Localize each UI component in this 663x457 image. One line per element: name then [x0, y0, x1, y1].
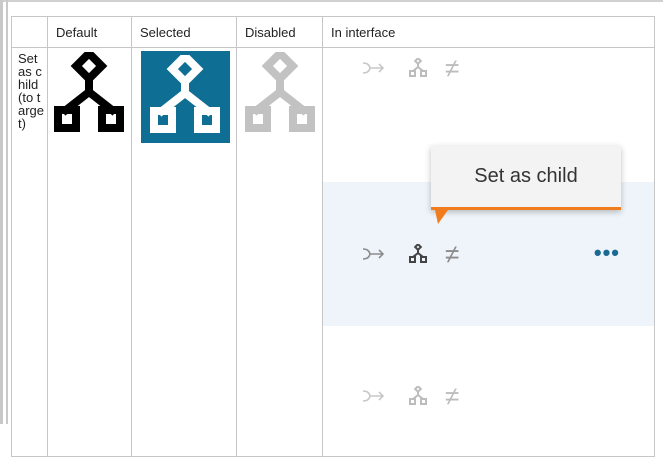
interface-row-disabled: ≠ [323, 368, 654, 424]
header-in-interface: In interface [322, 16, 655, 48]
follow-arrow-icon[interactable] [361, 246, 387, 262]
set-as-child-icon[interactable] [409, 58, 427, 78]
interface-row-default: ≠ [323, 48, 654, 88]
icon-states-table: Default Selected Disabled In interface S… [11, 16, 655, 457]
cell-default [47, 47, 132, 457]
cell-selected [131, 47, 237, 457]
follow-arrow-icon[interactable] [361, 60, 387, 76]
selected-icon-background [141, 51, 230, 143]
set-as-child-icon [149, 55, 220, 133]
header-empty [11, 16, 48, 48]
not-equal-icon[interactable]: ≠ [445, 383, 459, 409]
header-default: Default [47, 16, 132, 48]
set-as-child-icon [54, 47, 124, 132]
set-as-child-icon[interactable] [409, 386, 427, 406]
cell-in-interface: ≠ ≠ ••• ≠ Set as child [322, 47, 655, 457]
set-as-child-icon [245, 47, 315, 132]
follow-arrow-icon[interactable] [361, 388, 387, 404]
interface-preview: ≠ ≠ ••• ≠ Set as child [323, 48, 654, 456]
row-name: Set as child (to target) [11, 47, 48, 457]
more-options-icon[interactable]: ••• [594, 240, 620, 266]
tooltip: Set as child [431, 146, 621, 210]
table-header-row: Default Selected Disabled In interface [11, 16, 655, 48]
not-equal-icon[interactable]: ≠ [445, 241, 459, 267]
top-divider [0, 0, 663, 2]
page-frame: Default Selected Disabled In interface S… [0, 0, 663, 457]
header-disabled: Disabled [236, 16, 323, 48]
cell-disabled [236, 47, 323, 457]
set-as-child-icon[interactable] [409, 244, 427, 264]
tooltip-pointer [435, 210, 448, 224]
header-selected: Selected [131, 16, 237, 48]
left-divider [0, 0, 3, 424]
left-divider-inner [6, 0, 8, 424]
table-row: Set as child (to target) ≠ ≠ ••• ≠ Set a… [11, 47, 655, 457]
not-equal-icon[interactable]: ≠ [445, 55, 459, 81]
